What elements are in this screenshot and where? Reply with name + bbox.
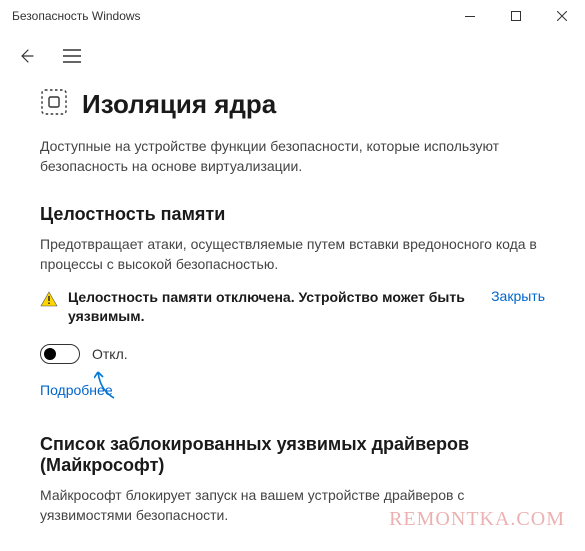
window-controls [447, 0, 585, 32]
toggle-row: Откл. [40, 344, 545, 364]
back-button[interactable] [14, 44, 38, 68]
nav-bar [0, 32, 585, 80]
core-isolation-icon [40, 88, 68, 121]
blocklist-desc: Майкрософт блокирует запуск на вашем уст… [40, 486, 545, 525]
blocklist-section: Список заблокированных уязвимых драйверо… [40, 434, 545, 525]
dismiss-link[interactable]: Закрыть [491, 288, 545, 304]
menu-button[interactable] [60, 44, 84, 68]
learn-more-link[interactable]: Подробнее [40, 382, 113, 398]
warning-text: Целостность памяти отключена. Устройство… [68, 288, 481, 326]
warning-icon [40, 290, 58, 313]
page-title: Изоляция ядра [82, 89, 276, 120]
content-area: Изоляция ядра Доступные на устройстве фу… [0, 80, 585, 525]
minimize-button[interactable] [447, 0, 493, 32]
blocklist-title: Список заблокированных уязвимых драйверо… [40, 434, 545, 476]
titlebar: Безопасность Windows [0, 0, 585, 32]
close-button[interactable] [539, 0, 585, 32]
toggle-label: Откл. [92, 346, 128, 362]
page-intro: Доступные на устройстве функции безопасн… [40, 137, 545, 176]
memory-integrity-desc: Предотвращает атаки, осуществляемые путе… [40, 235, 545, 274]
maximize-button[interactable] [493, 0, 539, 32]
memory-integrity-title: Целостность памяти [40, 204, 545, 225]
window-title: Безопасность Windows [12, 9, 141, 23]
page-header: Изоляция ядра [40, 88, 545, 121]
warning-alert: Целостность памяти отключена. Устройство… [40, 288, 545, 326]
memory-integrity-toggle[interactable] [40, 344, 80, 364]
